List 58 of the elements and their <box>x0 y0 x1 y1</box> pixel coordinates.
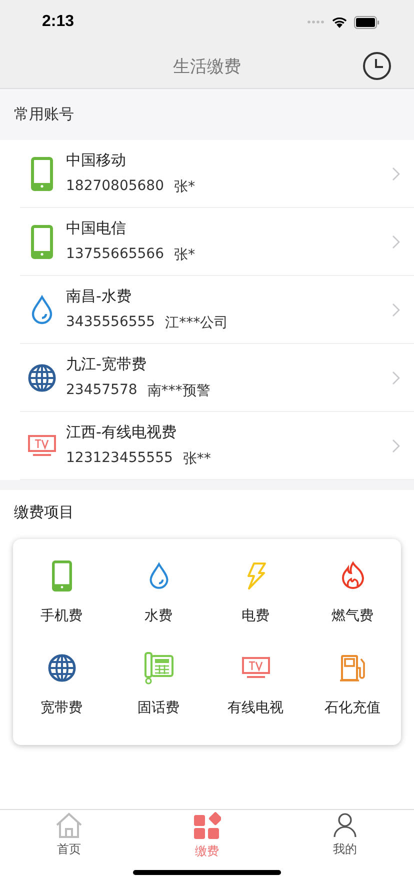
service-item[interactable]: 宽带费 <box>13 651 110 717</box>
service-item[interactable]: 手机费 <box>13 559 110 625</box>
account-number: 3435556555 <box>66 314 156 332</box>
chevron-icon <box>392 234 400 248</box>
account-holder: 张* <box>174 246 195 264</box>
page-title: 生活缴费 <box>173 56 241 78</box>
account-holder: 江***公司 <box>165 314 228 332</box>
account-holder: 南***预警 <box>147 382 210 400</box>
account-number: 123123455555 <box>66 450 173 468</box>
service-item[interactable]: 石化充值 <box>304 651 401 717</box>
fuel-pump-icon <box>338 654 366 682</box>
account-row[interactable]: 南昌-水费 3435556555 江***公司 <box>20 276 414 344</box>
globe-icon <box>28 364 56 392</box>
phone-icon <box>31 224 53 258</box>
lightning-icon <box>244 562 266 590</box>
chevron-icon <box>392 166 400 180</box>
service-item[interactable]: 水费 <box>110 559 207 625</box>
home-icon <box>55 812 83 838</box>
wifi-icon <box>331 16 348 28</box>
account-name: 中国移动 <box>66 151 127 170</box>
water-drop-icon <box>30 294 54 324</box>
signal-icon <box>307 20 325 24</box>
service-item[interactable]: 有线电视 <box>207 651 304 717</box>
phone-icon <box>52 560 72 592</box>
phone-icon <box>31 156 53 190</box>
status-time: 2:13 <box>42 13 74 31</box>
account-name: 南昌-水费 <box>66 287 132 306</box>
account-row[interactable]: 九江-宽带费 23457578 南***预警 <box>20 344 414 412</box>
flame-icon <box>340 561 366 591</box>
service-item[interactable]: 电费 <box>207 559 304 625</box>
account-holder: 张* <box>174 178 195 196</box>
section-title: 常用账号 <box>14 105 74 124</box>
account-row[interactable]: 中国移动 18270805680 张* <box>20 140 414 208</box>
account-name: 江西-有线电视费 <box>66 423 178 442</box>
service-item[interactable]: 固话费 <box>110 651 207 717</box>
account-number: 23457578 <box>66 382 138 400</box>
telephone-icon <box>144 651 174 685</box>
grid-icon <box>193 812 221 840</box>
tv-icon <box>242 657 270 679</box>
water-drop-icon <box>148 562 170 590</box>
account-name: 中国电信 <box>66 219 127 238</box>
tab[interactable]: 我的 <box>276 812 414 868</box>
person-icon <box>333 812 357 838</box>
chevron-icon <box>392 302 400 316</box>
account-row[interactable]: 中国电信 13755665566 张* <box>20 208 414 276</box>
account-number: 18270805680 <box>66 178 164 196</box>
chevron-icon <box>392 438 400 452</box>
chevron-icon <box>392 370 400 384</box>
history-icon[interactable] <box>362 51 392 81</box>
service-item[interactable]: 燃气费 <box>304 559 401 625</box>
tv-icon <box>28 434 56 456</box>
battery-icon <box>354 16 380 28</box>
account-number: 13755665566 <box>66 246 164 264</box>
account-name: 九江-宽带费 <box>66 355 148 374</box>
tab[interactable]: 首页 <box>0 812 138 868</box>
account-holder: 张** <box>182 450 211 468</box>
globe-icon <box>48 654 76 682</box>
section-title: 缴费项目 <box>13 502 75 523</box>
